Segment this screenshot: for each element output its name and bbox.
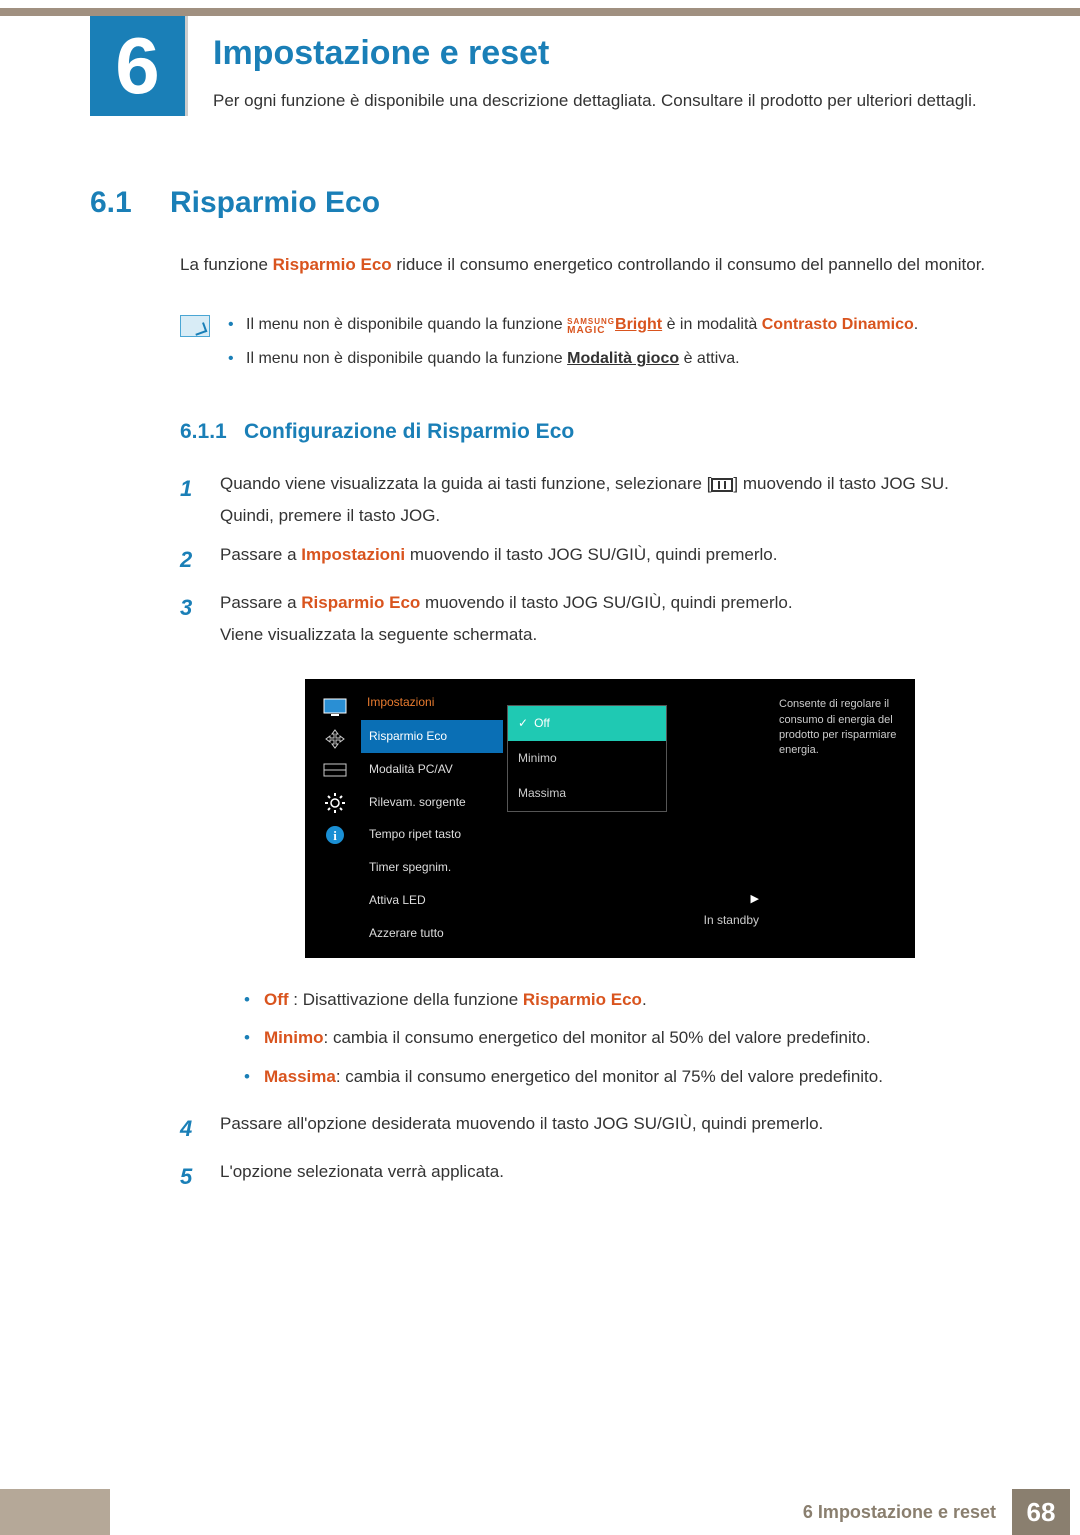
chapter-header: 6 Impostazione e reset Per ogni funzione… [0, 16, 1080, 116]
osd-description: Consente di regolare il consumo di energ… [767, 687, 907, 949]
steps-list: 1 Quando viene visualizzata la guida ai … [180, 468, 1000, 1198]
step-4-num: 4 [180, 1108, 202, 1150]
step-4-a: Passare all'opzione desiderata muovendo … [220, 1108, 1000, 1150]
note-icon [180, 315, 210, 337]
step-4: 4 Passare all'opzione desiderata muovend… [180, 1108, 1000, 1150]
chapter-title: Impostazione e reset [213, 34, 1000, 73]
note1-b: è in modalità [662, 316, 762, 333]
step-3-d: Viene visualizzata la seguente schermata… [220, 625, 537, 644]
note-item-2: Il menu non è disponibile quando la funz… [228, 345, 1000, 374]
step-1-num: 1 [180, 468, 202, 533]
note-item-1: Il menu non è disponibile quando la funz… [228, 311, 1000, 340]
step-2: 2 Passare a Impostazioni muovendo il tas… [180, 539, 1000, 581]
off-ref: Risparmio Eco [523, 990, 642, 1009]
step-2-num: 2 [180, 539, 202, 581]
osd-submenu: Off Minimo Massima [507, 705, 667, 811]
step-5-num: 5 [180, 1156, 202, 1198]
chapter-number: 6 [115, 20, 160, 112]
step-1-a: Quando viene visualizzata la guida ai ta… [220, 474, 711, 493]
off-label: Off [264, 990, 289, 1009]
osd-display-icon [321, 759, 349, 783]
osd-menu-item-5: Attiva LED [361, 884, 503, 917]
footer-accent-bar [0, 1489, 110, 1535]
osd-settings-icon [321, 791, 349, 815]
osd-standby-label: In standby [704, 909, 759, 932]
chapter-badge: 6 [90, 16, 185, 116]
options-list: Off : Disattivazione della funzione Risp… [244, 986, 1000, 1093]
note1-bright: Bright [615, 316, 662, 333]
osd-value-col: ▶ In standby [667, 687, 767, 949]
off-text: : Disattivazione della funzione [289, 990, 523, 1009]
intro-text-a: La funzione [180, 255, 273, 274]
note2-a: Il menu non è disponibile quando la funz… [246, 350, 567, 367]
step-5: 5 L'opzione selezionata verrà applicata. [180, 1156, 1000, 1198]
chapter-description: Per ogni funzione è disponibile una desc… [213, 87, 1000, 116]
step-3-a: Passare a [220, 593, 301, 612]
section-number: 6.1 [90, 186, 170, 220]
osd-menu-item-6: Azzerare tutto [361, 917, 503, 950]
subsection-title: Configurazione di Risparmio Eco [244, 420, 574, 444]
step-3-b: Risparmio Eco [301, 593, 420, 612]
osd-menu-item-1: Modalità PC/AV [361, 753, 503, 786]
option-off: Off : Disattivazione della funzione Risp… [244, 986, 1000, 1015]
step-3-num: 3 [180, 587, 202, 1103]
subsection-header: 6.1.1 Configurazione di Risparmio Eco [180, 420, 1080, 444]
step-2-a: Passare a [220, 545, 301, 564]
osd-menu: Impostazioni Risparmio Eco Modalità PC/A… [357, 687, 507, 949]
osd-picture-icon [321, 695, 349, 719]
step-3: 3 Passare a Risparmio Eco muovendo il ta… [180, 587, 1000, 1103]
osd-menu-item-0: Risparmio Eco [361, 720, 503, 753]
samsung-magic-label: SAMSUNGMAGIC [567, 318, 615, 336]
footer-label: 6 Impostazione e reset [803, 1502, 996, 1523]
section-title: Risparmio Eco [170, 186, 380, 220]
step-2-b: Impostazioni [301, 545, 405, 564]
intro-text-c: riduce il consumo energetico controlland… [392, 255, 985, 274]
step-2-c: muovendo il tasto JOG SU/GIÙ, quindi pre… [405, 545, 777, 564]
osd-menu-header: Impostazioni [361, 687, 503, 720]
subsection-number: 6.1.1 [180, 420, 244, 444]
min-text: : cambia il consumo energetico del monit… [324, 1028, 871, 1047]
note2-c: è attiva. [679, 350, 739, 367]
osd-move-icon [321, 727, 349, 751]
off-end: . [642, 990, 647, 1009]
note2-b: Modalità gioco [567, 350, 679, 367]
max-text: : cambia il consumo energetico del monit… [336, 1067, 883, 1086]
section-header: 6.1 Risparmio Eco [90, 186, 1080, 220]
note-block: Il menu non è disponibile quando la funz… [180, 311, 1000, 381]
osd-arrow-icon: ▶ [751, 889, 759, 910]
osd-menu-item-2: Rilevam. sorgente [361, 786, 503, 819]
section-intro: La funzione Risparmio Eco riduce il cons… [180, 250, 1000, 281]
max-label: Massima [264, 1067, 336, 1086]
intro-highlight: Risparmio Eco [273, 255, 392, 274]
footer: 6 Impostazione e reset 68 [0, 1489, 1080, 1535]
footer-page-number: 68 [1012, 1489, 1070, 1535]
option-minimo: Minimo: cambia il consumo energetico del… [244, 1024, 1000, 1053]
svg-text:i: i [333, 828, 337, 843]
step-3-c: muovendo il tasto JOG SU/GIÙ, quindi pre… [420, 593, 792, 612]
osd-menu-item-4: Timer spegnim. [361, 851, 503, 884]
step-1: 1 Quando viene visualizzata la guida ai … [180, 468, 1000, 533]
osd-sub-0: Off [508, 706, 666, 741]
osd-info-icon: i [321, 823, 349, 847]
min-label: Minimo [264, 1028, 324, 1047]
option-massima: Massima: cambia il consumo energetico de… [244, 1063, 1000, 1092]
note1-c: Contrasto Dinamico [762, 316, 914, 333]
note1-d: . [914, 316, 918, 333]
note1-a: Il menu non è disponibile quando la funz… [246, 316, 567, 333]
osd-sidebar: i [313, 687, 357, 949]
osd-screenshot: i Impostazioni Risparmio Eco Modalità PC… [305, 679, 915, 957]
menu-icon [711, 478, 733, 492]
osd-menu-item-3: Tempo ripet tasto [361, 818, 503, 851]
osd-sub-1: Minimo [508, 741, 666, 776]
osd-sub-2: Massima [508, 776, 666, 811]
step-5-a: L'opzione selezionata verrà applicata. [220, 1156, 1000, 1198]
top-bar [0, 8, 1080, 16]
